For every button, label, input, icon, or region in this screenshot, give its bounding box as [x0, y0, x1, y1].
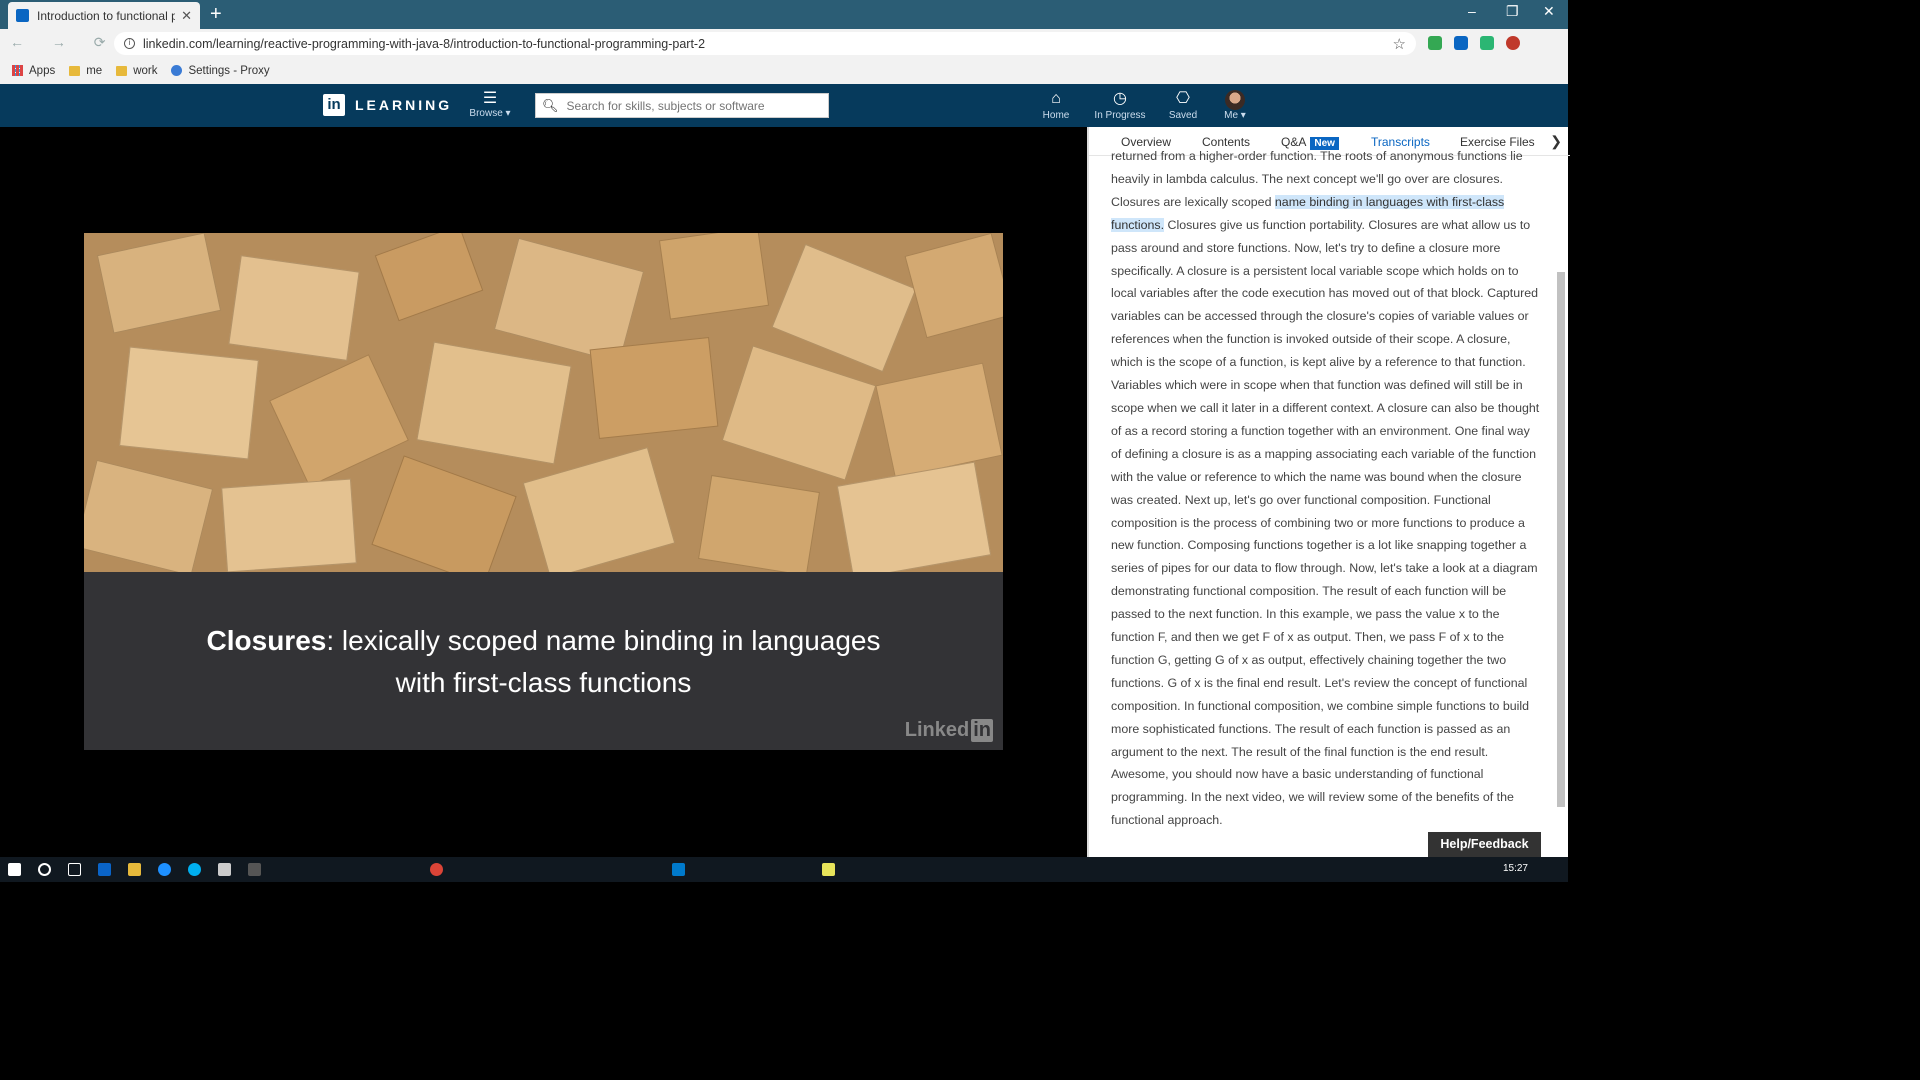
search-bar[interactable]: 🔍︎ — [535, 93, 829, 118]
bookmark-work[interactable]: work — [116, 65, 157, 77]
bookmark-icon: ⎔ — [1176, 90, 1190, 107]
bookmark-star-icon[interactable]: ☆ — [1393, 35, 1406, 53]
restore-button[interactable]: ❐ — [1506, 3, 1519, 20]
chevron-right-icon[interactable]: ❯ — [1550, 133, 1562, 150]
nav-home[interactable]: ⌂ Home — [1041, 88, 1071, 121]
extension-icon[interactable] — [1428, 36, 1442, 50]
caption-line-2: with first-class functions — [395, 667, 692, 698]
close-window-button[interactable]: ✕ — [1543, 3, 1555, 20]
nav-in-progress[interactable]: ◷ In Progress — [1094, 88, 1146, 121]
course-sidebar: Overview Contents Q&A New Transcripts Exe… — [1087, 127, 1570, 857]
apps-grid-icon — [12, 65, 23, 76]
clock[interactable]: 15:27 — [1503, 863, 1528, 874]
logo-text: LEARNING — [355, 97, 453, 113]
bookmark-me[interactable]: me — [69, 65, 102, 77]
search-input[interactable] — [566, 98, 817, 113]
browser-tab[interactable]: Introduction to functional pr ✕ — [8, 2, 200, 29]
new-tab-button[interactable]: + — [210, 4, 222, 24]
caption-definition: : lexically scoped name binding in langu… — [326, 625, 881, 656]
linkedin-extension-icon[interactable] — [1454, 36, 1468, 50]
search-icon[interactable]: 🔍︎ — [542, 98, 559, 114]
minimize-button[interactable]: – — [1468, 3, 1476, 19]
transcript-after: Closures give us function portability. C… — [1111, 217, 1540, 828]
nav-saved[interactable]: ⎔ Saved — [1168, 88, 1198, 121]
transcript-text[interactable]: returned from a higher-order function. T… — [1111, 145, 1541, 857]
bookmark-apps[interactable]: Apps — [12, 65, 55, 77]
folder-icon — [69, 65, 81, 76]
skype-icon[interactable] — [188, 863, 201, 876]
video-frame-boxes-image — [84, 233, 1003, 572]
close-tab-icon[interactable]: ✕ — [181, 8, 192, 24]
browse-label: Browse ▾ — [469, 108, 511, 119]
video-player[interactable]: Closures: lexically scoped name binding … — [0, 127, 1087, 857]
internet-explorer-icon[interactable] — [158, 863, 171, 876]
browse-menu[interactable]: ☰ Browse ▾ — [468, 90, 512, 119]
linkedin-watermark: Linked in — [904, 719, 993, 742]
url-text[interactable]: linkedin.com/learning/reactive-programmi… — [143, 37, 705, 51]
clock-icon: ◷ — [1113, 90, 1127, 107]
extension-icon[interactable] — [1480, 36, 1494, 50]
file-explorer-icon[interactable] — [128, 863, 141, 876]
home-icon: ⌂ — [1051, 90, 1061, 107]
windows-taskbar: 15:27 — [0, 857, 1568, 882]
chrome-icon[interactable] — [430, 863, 443, 876]
search-icon[interactable] — [38, 863, 51, 876]
tab-title: Introduction to functional pr — [37, 8, 176, 23]
transcript-scrollbar[interactable] — [1557, 272, 1565, 807]
outlook-icon[interactable] — [98, 863, 111, 876]
terminal-icon[interactable] — [248, 863, 261, 876]
address-bar[interactable]: i linkedin.com/learning/reactive-program… — [114, 32, 1416, 55]
slide-caption: Closures: lexically scoped name binding … — [84, 620, 1003, 704]
bookmark-settings-proxy[interactable]: Settings - Proxy — [171, 65, 270, 77]
vscode-icon[interactable] — [672, 863, 685, 876]
hamburger-icon: ☰ — [482, 90, 498, 107]
task-view-icon[interactable] — [68, 863, 81, 876]
linkedin-learning-logo[interactable]: in LEARNING — [323, 94, 452, 116]
linkedin-logo-icon: in — [323, 94, 345, 116]
nav-me[interactable]: Me ▾ — [1220, 88, 1250, 121]
help-feedback-button[interactable]: Help/Feedback — [1428, 832, 1541, 857]
app-icon[interactable] — [218, 863, 231, 876]
site-header: in LEARNING ☰ Browse ▾ 🔍︎ ⌂ Home ◷ In Pr… — [0, 84, 1568, 127]
linkedin-favicon-icon — [16, 9, 29, 22]
gear-icon — [171, 65, 183, 76]
profile-icon[interactable] — [1506, 36, 1520, 50]
windows-start-icon[interactable] — [8, 863, 21, 876]
extension-icons — [1428, 36, 1520, 50]
browser-tab-strip: Introduction to functional pr ✕ + – ❐ ✕ — [0, 0, 1568, 29]
caption-term: Closures — [206, 625, 327, 656]
notepad-icon[interactable] — [822, 863, 835, 876]
folder-icon — [116, 65, 128, 76]
browser-toolbar: ← → ⟳ ⌂ i linkedin.com/learning/reactive… — [0, 29, 1568, 57]
caption-panel: Closures: lexically scoped name binding … — [84, 572, 1003, 750]
avatar — [1225, 90, 1245, 110]
info-icon[interactable]: i — [124, 38, 135, 49]
bookmarks-bar: Apps me work Settings - Proxy — [0, 57, 1568, 84]
